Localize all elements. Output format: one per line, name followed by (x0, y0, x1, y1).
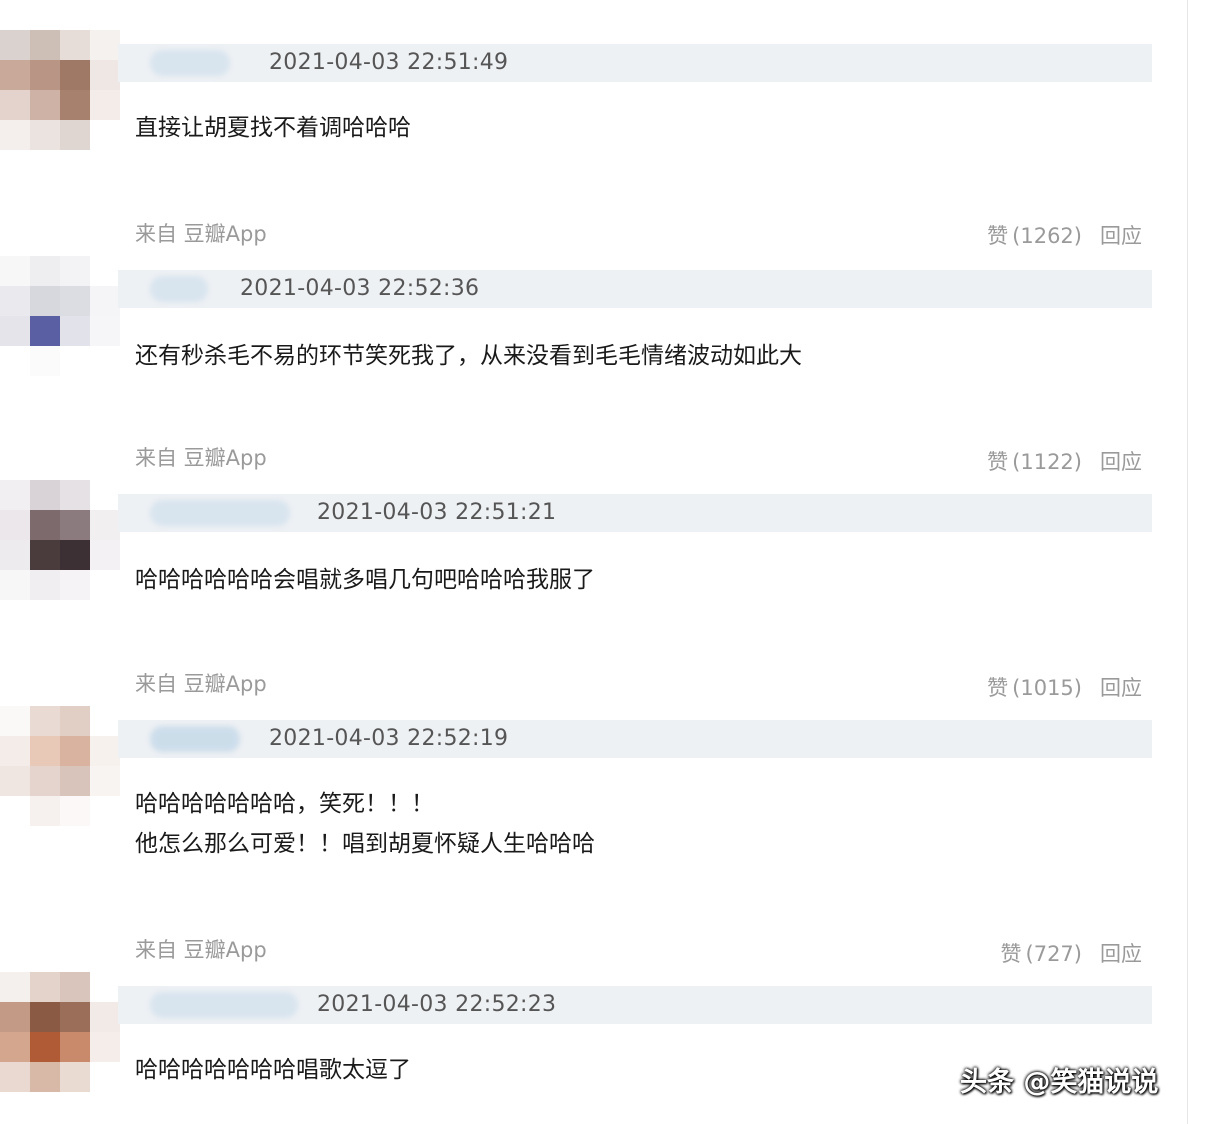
username-blurred[interactable] (150, 50, 230, 76)
comment-item: 2021-04-03 22:51:21 哈哈哈哈哈哈会唱就多唱几句吧哈哈哈我服了… (0, 480, 1190, 704)
comment-actions: 赞1122 回应 (987, 446, 1142, 476)
comment-line: 直接让胡夏找不着调哈哈哈 (135, 115, 411, 141)
like-label: 赞 (987, 676, 1009, 700)
like-label: 赞 (1000, 942, 1022, 966)
comment-source: 来自 豆瓣App (135, 222, 267, 246)
avatar[interactable] (0, 972, 120, 1092)
like-button[interactable]: 赞727 (1001, 938, 1083, 968)
username-blurred[interactable] (150, 726, 240, 752)
watermark: 头条 @笑猫说说 (960, 1067, 1159, 1098)
comment-actions: 赞1015 回应 (987, 672, 1142, 702)
comment-line: 他怎么那么可爱！！唱到胡夏怀疑人生哈哈哈 (135, 831, 595, 857)
reply-button[interactable]: 回应 (1100, 938, 1142, 968)
comment-actions: 赞727 回应 (1001, 938, 1143, 968)
reply-button[interactable]: 回应 (1100, 220, 1142, 250)
like-button[interactable]: 赞1122 (987, 446, 1082, 476)
comment-item: 2021-04-03 22:52:23 哈哈哈哈哈哈哈唱歌太逗了 (0, 972, 1190, 1124)
comment-text: 哈哈哈哈哈哈哈唱歌太逗了 (135, 1050, 411, 1090)
comment-source: 来自 豆瓣App (135, 938, 267, 962)
comment-text: 哈哈哈哈哈哈哈，笑死！！！ 他怎么那么可爱！！唱到胡夏怀疑人生哈哈哈 (135, 784, 595, 864)
like-label: 赞 (987, 224, 1009, 248)
reply-button[interactable]: 回应 (1100, 672, 1142, 702)
avatar[interactable] (0, 706, 120, 826)
like-count: 1122 (1012, 450, 1082, 474)
comment-timestamp: 2021-04-03 22:51:49 (269, 50, 509, 75)
comment-text: 哈哈哈哈哈哈会唱就多唱几句吧哈哈哈我服了 (135, 560, 595, 600)
reply-button[interactable]: 回应 (1100, 446, 1142, 476)
comment-timestamp: 2021-04-03 22:51:21 (317, 500, 557, 525)
like-button[interactable]: 赞1262 (987, 220, 1082, 250)
username-blurred[interactable] (150, 992, 298, 1018)
comment-header (118, 494, 1152, 532)
comment-line: 哈哈哈哈哈哈哈，笑死！！！ (135, 791, 434, 817)
comment-source: 来自 豆瓣App (135, 446, 267, 470)
comment-actions: 赞1262 回应 (987, 220, 1142, 250)
comment-text: 还有秒杀毛不易的环节笑死我了，从来没看到毛毛情绪波动如此大 (135, 336, 802, 376)
like-button[interactable]: 赞1015 (987, 672, 1082, 702)
comment-header (118, 986, 1152, 1024)
like-count: 1015 (1012, 676, 1082, 700)
comment-timestamp: 2021-04-03 22:52:19 (269, 726, 509, 751)
comment-line: 哈哈哈哈哈哈会唱就多唱几句吧哈哈哈我服了 (135, 567, 595, 593)
comment-source: 来自 豆瓣App (135, 672, 267, 696)
comment-timestamp: 2021-04-03 22:52:36 (240, 276, 480, 301)
comment-line: 还有秒杀毛不易的环节笑死我了，从来没看到毛毛情绪波动如此大 (135, 343, 802, 369)
like-label: 赞 (987, 450, 1009, 474)
username-blurred[interactable] (150, 500, 290, 526)
avatar[interactable] (0, 30, 120, 150)
avatar[interactable] (0, 256, 120, 376)
comment-item: 2021-04-03 22:51:49 直接让胡夏找不着调哈哈哈 来自 豆瓣Ap… (0, 30, 1190, 254)
comment-line: 哈哈哈哈哈哈哈唱歌太逗了 (135, 1057, 411, 1083)
comment-timestamp: 2021-04-03 22:52:23 (317, 992, 557, 1017)
comment-item: 2021-04-03 22:52:36 还有秒杀毛不易的环节笑死我了，从来没看到… (0, 256, 1190, 480)
like-count: 1262 (1012, 224, 1082, 248)
avatar[interactable] (0, 480, 120, 600)
username-blurred[interactable] (150, 276, 208, 302)
like-count: 727 (1026, 942, 1083, 966)
comment-text: 直接让胡夏找不着调哈哈哈 (135, 108, 411, 148)
comment-item: 2021-04-03 22:52:19 哈哈哈哈哈哈哈，笑死！！！ 他怎么那么可… (0, 706, 1190, 970)
